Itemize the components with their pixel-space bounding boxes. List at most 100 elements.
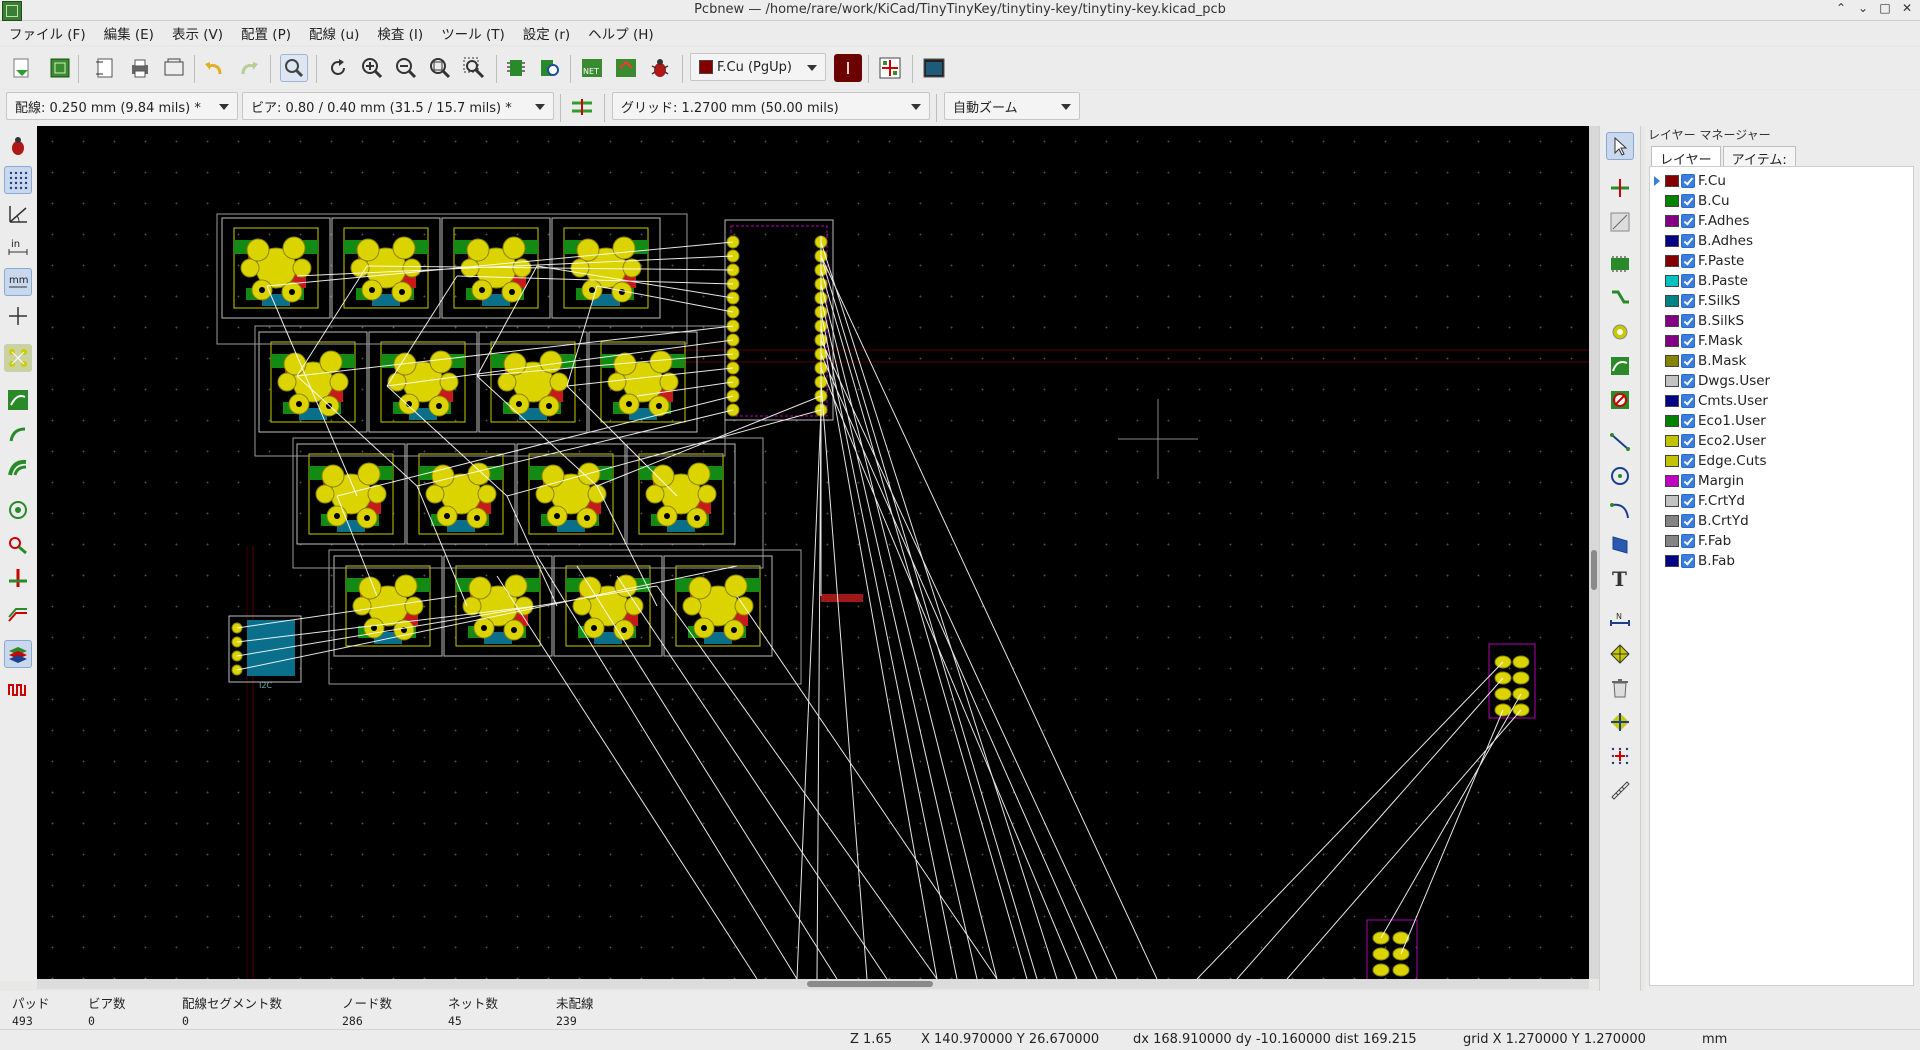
layer-color-swatch[interactable] bbox=[1665, 455, 1679, 467]
layer-visibility-checkbox[interactable] bbox=[1681, 314, 1695, 328]
show-zones-icon[interactable] bbox=[4, 386, 32, 414]
plot-icon[interactable] bbox=[160, 54, 188, 82]
maximize-icon[interactable]: □ bbox=[1878, 1, 1892, 15]
via-size-dropdown[interactable]: ビア: 0.80 / 0.40 mm (31.5 / 15.7 mils) * bbox=[242, 92, 554, 120]
layer-color-swatch[interactable] bbox=[1665, 535, 1679, 547]
layer-visibility-checkbox[interactable] bbox=[1681, 354, 1695, 368]
layer-color-swatch[interactable] bbox=[1665, 395, 1679, 407]
layer-row[interactable]: B.Adhes bbox=[1650, 231, 1913, 251]
pad-sketch-icon[interactable] bbox=[4, 496, 32, 524]
menu-file[interactable]: ファイル (F) bbox=[0, 23, 95, 43]
layer-color-swatch[interactable] bbox=[1665, 415, 1679, 427]
layer-name[interactable]: B.Cu bbox=[1698, 193, 1730, 209]
layer-row[interactable]: B.Fab bbox=[1650, 551, 1913, 571]
menu-preferences[interactable]: 設定 (r) bbox=[514, 23, 579, 43]
layer-visibility-checkbox[interactable] bbox=[1681, 454, 1695, 468]
measure-icon[interactable] bbox=[1606, 776, 1634, 804]
layer-color-swatch[interactable] bbox=[1665, 315, 1679, 327]
layer-row[interactable]: Margin bbox=[1650, 471, 1913, 491]
cursor-shape-icon[interactable] bbox=[4, 302, 32, 330]
layer-row[interactable]: F.SilkS bbox=[1650, 291, 1913, 311]
layer-name[interactable]: Cmts.User bbox=[1698, 393, 1768, 409]
add-keepout-icon[interactable] bbox=[1606, 386, 1634, 414]
menu-edit[interactable]: 編集 (E) bbox=[95, 23, 163, 43]
vertical-scrollbar[interactable] bbox=[1589, 126, 1599, 979]
layer-row[interactable]: Eco1.User bbox=[1650, 411, 1913, 431]
layer-row[interactable]: B.CrtYd bbox=[1650, 511, 1913, 531]
auto-track-width-icon[interactable] bbox=[568, 93, 596, 121]
layer-name[interactable]: F.Cu bbox=[1698, 173, 1726, 189]
layer-visibility-checkbox[interactable] bbox=[1681, 474, 1695, 488]
add-arc-icon[interactable] bbox=[1606, 496, 1634, 524]
layer-row[interactable]: B.Paste bbox=[1650, 271, 1913, 291]
layer-visibility-checkbox[interactable] bbox=[1681, 374, 1695, 388]
menu-route[interactable]: 配線 (u) bbox=[300, 23, 368, 43]
layer-visibility-checkbox[interactable] bbox=[1681, 394, 1695, 408]
zoom-out-icon[interactable] bbox=[392, 54, 420, 82]
board-setup-icon[interactable] bbox=[46, 54, 74, 82]
add-text-icon[interactable]: T bbox=[1606, 564, 1634, 592]
layer-visibility-checkbox[interactable] bbox=[1681, 434, 1695, 448]
layer-name[interactable]: B.Adhes bbox=[1698, 233, 1753, 249]
track-width-dropdown[interactable]: 配線: 0.250 mm (9.84 mils) * bbox=[6, 92, 238, 120]
add-line-icon[interactable] bbox=[1606, 428, 1634, 456]
layer-name[interactable]: Eco1.User bbox=[1698, 413, 1766, 429]
layer-row[interactable]: F.Mask bbox=[1650, 331, 1913, 351]
layer-visibility-checkbox[interactable] bbox=[1681, 174, 1695, 188]
layer-row[interactable]: F.Cu bbox=[1650, 171, 1913, 191]
zoom-in-icon[interactable] bbox=[358, 54, 386, 82]
layer-visibility-checkbox[interactable] bbox=[1681, 514, 1695, 528]
layer-name[interactable]: B.SilkS bbox=[1698, 313, 1744, 329]
undo-icon[interactable] bbox=[200, 54, 228, 82]
layer-color-swatch[interactable] bbox=[1665, 175, 1679, 187]
layer-color-swatch[interactable] bbox=[1665, 255, 1679, 267]
layer-name[interactable]: Dwgs.User bbox=[1698, 373, 1770, 389]
add-dimension-icon[interactable]: N bbox=[1606, 606, 1634, 634]
add-target-icon[interactable] bbox=[1606, 640, 1634, 668]
layer-color-swatch[interactable] bbox=[1665, 435, 1679, 447]
layer-name[interactable]: B.CrtYd bbox=[1698, 513, 1749, 529]
layer-name[interactable]: F.Fab bbox=[1698, 533, 1731, 549]
add-circle-icon[interactable] bbox=[1606, 462, 1634, 490]
layer-color-swatch[interactable] bbox=[1665, 235, 1679, 247]
vertical-scroll-thumb[interactable] bbox=[1591, 550, 1597, 590]
units-inch-icon[interactable]: in bbox=[4, 234, 32, 262]
netlist-icon[interactable]: NET bbox=[578, 54, 606, 82]
layer-row[interactable]: Cmts.User bbox=[1650, 391, 1913, 411]
zone-fill-icon[interactable] bbox=[4, 454, 32, 482]
layer-name[interactable]: F.Mask bbox=[1698, 333, 1743, 349]
highlight-net-icon[interactable] bbox=[1606, 174, 1634, 202]
layer-name[interactable]: F.CrtYd bbox=[1698, 493, 1745, 509]
delete-icon[interactable] bbox=[1606, 674, 1634, 702]
layer-row[interactable]: B.Cu bbox=[1650, 191, 1913, 211]
menu-inspect[interactable]: 検査 (I) bbox=[368, 23, 432, 43]
zoom-area-icon[interactable] bbox=[460, 54, 488, 82]
drc-bug-icon[interactable] bbox=[646, 54, 674, 82]
high-contrast-icon[interactable] bbox=[4, 640, 32, 668]
microwave-tools-icon[interactable] bbox=[4, 674, 32, 702]
layer-color-swatch[interactable] bbox=[1665, 555, 1679, 567]
layer-name[interactable]: B.Paste bbox=[1698, 273, 1748, 289]
layer-visibility-checkbox[interactable] bbox=[1681, 274, 1695, 288]
layer-pair-icon[interactable] bbox=[834, 54, 862, 82]
layer-visibility-checkbox[interactable] bbox=[1681, 534, 1695, 548]
add-footprint-icon[interactable] bbox=[1606, 250, 1634, 278]
footprint-editor-icon[interactable] bbox=[502, 54, 530, 82]
add-via-icon[interactable] bbox=[1606, 318, 1634, 346]
drill-origin-icon[interactable] bbox=[1606, 708, 1634, 736]
menu-place[interactable]: 配置 (P) bbox=[232, 23, 300, 43]
units-mm-icon[interactable]: mm bbox=[4, 268, 32, 296]
select-arrow-icon[interactable] bbox=[1606, 132, 1634, 160]
layer-color-swatch[interactable] bbox=[1665, 295, 1679, 307]
zone-outline-icon[interactable] bbox=[4, 420, 32, 448]
restore-icon[interactable]: ⌃ bbox=[1834, 1, 1848, 15]
find-icon[interactable] bbox=[280, 54, 308, 82]
menu-view[interactable]: 表示 (V) bbox=[163, 23, 232, 43]
layer-select-dropdown[interactable]: F.Cu (PgUp) bbox=[690, 53, 826, 81]
menu-help[interactable]: ヘルプ (H) bbox=[579, 23, 662, 43]
layer-row[interactable]: Dwgs.User bbox=[1650, 371, 1913, 391]
layer-name[interactable]: F.Adhes bbox=[1698, 213, 1749, 229]
minimize-icon[interactable]: ⌄ bbox=[1856, 1, 1870, 15]
grid-origin-icon[interactable] bbox=[1606, 742, 1634, 770]
show-clearance-icon[interactable] bbox=[4, 598, 32, 626]
